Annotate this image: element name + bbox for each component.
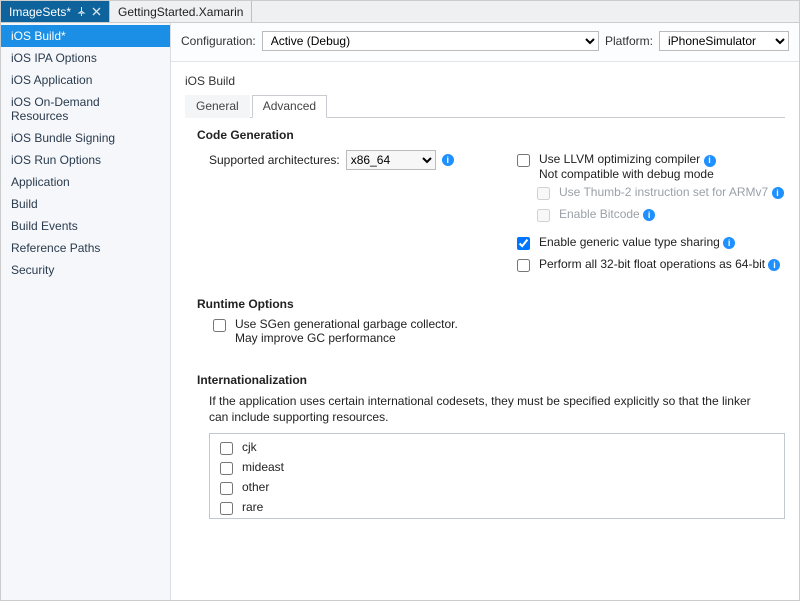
list-item: rare <box>242 500 263 514</box>
intl-other-checkbox[interactable] <box>220 482 233 495</box>
sidebar-item-ios-bundle-signing[interactable]: iOS Bundle Signing <box>1 127 170 149</box>
generic-sharing-checkbox[interactable] <box>517 237 530 250</box>
main-pane: Configuration: Active (Debug) Platform: … <box>171 23 799 600</box>
document-tab-gettingstarted[interactable]: GettingStarted.Xamarin <box>110 1 252 22</box>
sidebar-item-ios-ondemand[interactable]: iOS On-Demand Resources <box>1 91 170 127</box>
info-icon[interactable]: i <box>442 154 454 166</box>
window: ImageSets* GettingStarted.Xamarin iOS Bu… <box>0 0 800 601</box>
settings-sidebar: iOS Build* iOS IPA Options iOS Applicati… <box>1 23 171 600</box>
sidebar-item-build-events[interactable]: Build Events <box>1 215 170 237</box>
thumb2-checkbox <box>537 187 550 200</box>
thumb2-label: Use Thumb-2 instruction set for ARMv7 i <box>559 185 784 200</box>
content: iOS Build General Advanced Code Generati… <box>171 62 799 600</box>
float32-label: Perform all 32-bit float operations as 6… <box>539 257 780 272</box>
sidebar-item-ios-application[interactable]: iOS Application <box>1 69 170 91</box>
bitcode-label: Enable Bitcode i <box>559 207 655 222</box>
intl-listbox[interactable]: cjk mideast other rare <box>209 433 785 519</box>
sidebar-item-ios-build[interactable]: iOS Build* <box>1 25 170 47</box>
info-icon[interactable]: i <box>772 187 784 199</box>
info-icon[interactable]: i <box>704 155 716 167</box>
group-code-generation: Code Generation <box>197 128 785 142</box>
arch-select[interactable]: x86_64 <box>346 150 436 170</box>
configuration-label: Configuration: <box>181 34 256 48</box>
info-icon[interactable]: i <box>723 237 735 249</box>
list-item: mideast <box>242 460 284 474</box>
config-row: Configuration: Active (Debug) Platform: … <box>171 23 799 62</box>
info-icon[interactable]: i <box>643 209 655 221</box>
document-tab-label: ImageSets* <box>9 5 71 19</box>
sidebar-item-ios-ipa-options[interactable]: iOS IPA Options <box>1 47 170 69</box>
float32-checkbox[interactable] <box>517 259 530 272</box>
platform-label: Platform: <box>605 34 653 48</box>
tab-advanced[interactable]: Advanced <box>252 95 327 118</box>
group-internationalization: Internationalization <box>197 373 785 387</box>
list-item: cjk <box>242 440 257 454</box>
tab-general[interactable]: General <box>185 95 250 118</box>
sidebar-item-ios-run-options[interactable]: iOS Run Options <box>1 149 170 171</box>
sgen-checkbox[interactable] <box>213 319 226 332</box>
sgen-label: Use SGen generational garbage collector.… <box>235 317 458 345</box>
sidebar-item-security[interactable]: Security <box>1 259 170 281</box>
info-icon[interactable]: i <box>768 259 780 271</box>
pin-icon[interactable] <box>77 7 86 16</box>
generic-sharing-label: Enable generic value type sharing i <box>539 235 735 250</box>
list-item: other <box>242 480 269 494</box>
document-tab-label: GettingStarted.Xamarin <box>118 5 243 19</box>
intl-rare-checkbox[interactable] <box>220 502 233 515</box>
body: iOS Build* iOS IPA Options iOS Applicati… <box>1 23 799 600</box>
intl-description: If the application uses certain internat… <box>209 393 769 425</box>
sidebar-item-application[interactable]: Application <box>1 171 170 193</box>
configuration-select[interactable]: Active (Debug) <box>262 31 599 51</box>
llvm-label: Use LLVM optimizing compiler i Not compa… <box>539 152 716 181</box>
inner-tabs: General Advanced <box>185 94 785 118</box>
group-runtime-options: Runtime Options <box>197 297 785 311</box>
sidebar-item-reference-paths[interactable]: Reference Paths <box>1 237 170 259</box>
arch-label: Supported architectures: <box>209 153 340 167</box>
intl-mideast-checkbox[interactable] <box>220 462 233 475</box>
platform-select[interactable]: iPhoneSimulator <box>659 31 789 51</box>
bitcode-checkbox <box>537 209 550 222</box>
close-icon[interactable] <box>92 7 101 16</box>
intl-cjk-checkbox[interactable] <box>220 442 233 455</box>
document-tab-imagesets[interactable]: ImageSets* <box>1 1 110 22</box>
document-tabbar: ImageSets* GettingStarted.Xamarin <box>1 1 799 23</box>
llvm-checkbox[interactable] <box>517 154 530 167</box>
page-title: iOS Build <box>185 74 785 88</box>
sidebar-item-build[interactable]: Build <box>1 193 170 215</box>
